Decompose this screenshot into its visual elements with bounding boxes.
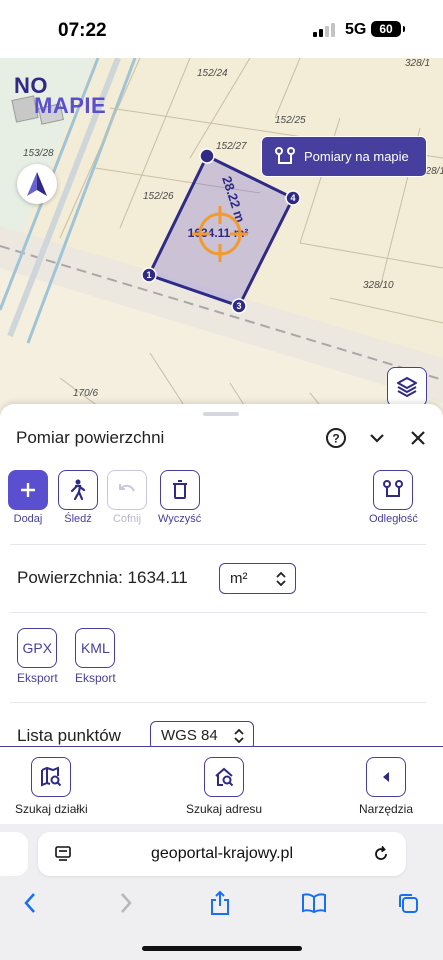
tabs-icon[interactable] <box>393 888 423 918</box>
home-search-icon <box>204 757 245 797</box>
area-unit-select[interactable]: m² <box>219 563 296 594</box>
select-arrows-icon <box>276 571 286 586</box>
distance-label: Odległość <box>369 513 418 525</box>
area-unit-value: m² <box>230 570 248 587</box>
network-type: 5G <box>345 21 367 38</box>
status-time: 07:22 <box>58 20 107 41</box>
map-search-icon <box>31 757 72 797</box>
home-indicator <box>142 946 302 951</box>
address-bar[interactable]: geoportal-krajowy.pl <box>38 832 406 876</box>
distance-button[interactable]: Odległość <box>369 470 418 525</box>
svg-text:?: ? <box>332 432 339 446</box>
vertex-label: 4 <box>290 193 295 203</box>
crs-value: WGS 84 <box>161 727 218 744</box>
tools-button[interactable]: Narzędzia <box>359 757 413 816</box>
map-view[interactable]: 152/24 152/25 152/27 152/26 153/28 328/1… <box>0 58 443 430</box>
export-kml-button[interactable]: KML Eksport <box>75 628 116 685</box>
tools-label: Narzędzia <box>359 802 414 816</box>
bottom-navigation: Szukaj działki Szukaj adresu Narzędzia <box>0 746 443 824</box>
add-point-button[interactable]: Dodaj <box>8 470 48 525</box>
help-icon[interactable]: ? <box>324 426 348 450</box>
compass-button[interactable] <box>17 164 57 204</box>
track-button[interactable]: Śledź <box>58 470 98 525</box>
clear-label: Wyczyść <box>158 513 202 525</box>
select-arrows-icon <box>234 728 244 743</box>
track-label: Śledź <box>64 513 92 525</box>
vertex-label: 1 <box>146 270 151 280</box>
measure-on-map-label: Pomiary na mapie <box>304 149 409 164</box>
divider <box>10 612 426 613</box>
gpx-format: GPX <box>17 628 58 668</box>
status-bar: 07:22 5G 60 <box>0 0 443 58</box>
search-parcel-label: Szukaj działki <box>15 802 88 816</box>
route-pins-icon <box>275 146 295 164</box>
panel-title: Pomiar powierzchni <box>16 428 165 447</box>
undo-label: Cofnij <box>112 513 142 525</box>
browser-toolbar: geoportal-krajowy.pl <box>0 824 443 960</box>
route-pins-icon <box>373 470 414 510</box>
back-icon[interactable] <box>15 888 45 918</box>
signal-icon <box>313 23 339 37</box>
export-kml-label: Eksport <box>75 671 116 685</box>
url-text: geoportal-krajowy.pl <box>151 845 293 862</box>
search-parcel-button[interactable]: Szukaj działki <box>15 757 88 816</box>
undo-icon <box>107 470 147 510</box>
divider <box>10 544 426 545</box>
undo-button[interactable]: Cofnij <box>107 470 147 525</box>
share-icon[interactable] <box>205 888 235 918</box>
reload-icon[interactable] <box>370 843 392 865</box>
points-list-label: Lista punktów <box>17 726 121 745</box>
forward-icon[interactable] <box>111 888 141 918</box>
trash-icon <box>159 470 200 510</box>
layers-icon <box>397 377 417 397</box>
clear-button[interactable]: Wyczyść <box>158 470 201 525</box>
measurement-panel: Pomiar powierzchni ? Dodaj Śledź Cofnij <box>0 404 443 746</box>
kml-format: KML <box>75 628 116 668</box>
bookmarks-icon[interactable] <box>299 888 329 918</box>
chevron-left-icon <box>366 757 407 797</box>
export-gpx-button[interactable]: GPX Eksport <box>17 628 58 685</box>
divider <box>10 702 426 703</box>
walker-icon <box>58 470 98 510</box>
add-point-label: Dodaj <box>13 513 43 525</box>
logo-line-2: MAPIE <box>34 92 107 118</box>
vertex-label: 3 <box>236 301 241 311</box>
export-gpx-label: Eksport <box>17 671 58 685</box>
battery-indicator: 60 <box>371 21 405 37</box>
search-address-label: Szukaj adresu <box>186 802 263 816</box>
previous-tab-peek[interactable] <box>0 832 28 876</box>
north-arrow-icon <box>27 172 47 196</box>
search-address-button[interactable]: Szukaj adresu <box>186 757 262 816</box>
measure-on-map-button[interactable]: Pomiary na mapie <box>261 136 427 177</box>
collapse-chevron-icon[interactable] <box>365 426 389 450</box>
drag-handle[interactable] <box>203 412 239 416</box>
app-logo: NO MAPIE <box>14 75 107 118</box>
area-value: Powierzchnia: 1634.11 <box>17 568 188 587</box>
layers-button[interactable] <box>387 367 427 407</box>
plus-icon <box>8 470 48 510</box>
crs-select[interactable]: WGS 84 <box>150 721 254 746</box>
close-icon[interactable] <box>406 426 430 450</box>
